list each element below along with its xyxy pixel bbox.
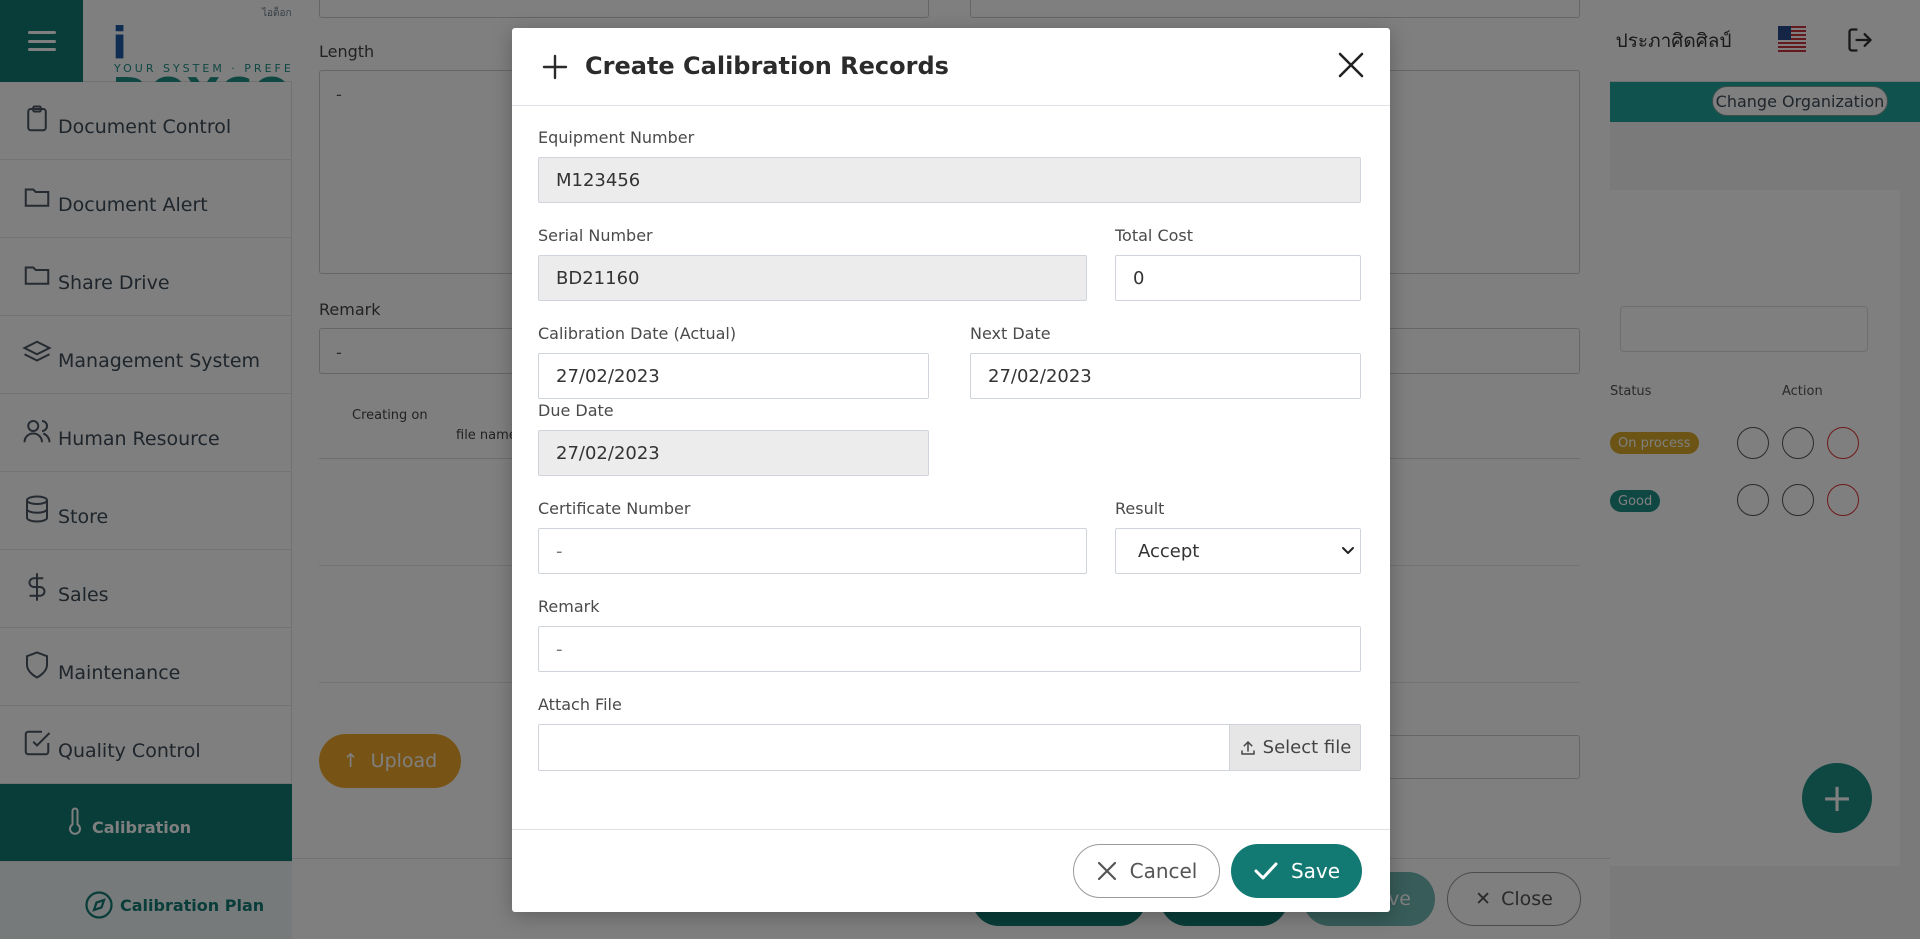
- due-date-label: Due Date: [538, 401, 614, 420]
- equipment-number-field[interactable]: [538, 157, 1361, 203]
- total-cost-label: Total Cost: [1115, 226, 1194, 245]
- result-select[interactable]: Accept: [1115, 528, 1361, 574]
- cancel-label: Cancel: [1129, 859, 1198, 883]
- select-file-label: Select file: [1262, 737, 1352, 758]
- due-date-field[interactable]: [538, 430, 929, 476]
- save-button[interactable]: Save: [1231, 844, 1362, 898]
- result-label: Result: [1115, 499, 1165, 518]
- certificate-number-label: Certificate Number: [538, 499, 691, 518]
- attach-file-field[interactable]: Select file: [538, 724, 1361, 771]
- save-label: Save: [1290, 859, 1341, 883]
- close-icon: [1097, 861, 1116, 881]
- cancel-button[interactable]: Cancel: [1073, 844, 1220, 898]
- equipment-number-label: Equipment Number: [538, 128, 695, 147]
- next-date-field[interactable]: [970, 353, 1361, 399]
- select-file-button[interactable]: Select file: [1229, 725, 1360, 770]
- attach-file-label: Attach File: [538, 695, 622, 714]
- serial-number-label: Serial Number: [538, 226, 653, 245]
- total-cost-field[interactable]: [1115, 255, 1361, 301]
- certificate-number-field[interactable]: [538, 528, 1087, 574]
- serial-number-field[interactable]: [538, 255, 1087, 301]
- check-icon: [1254, 862, 1278, 880]
- modal-header: Create Calibration Records: [512, 28, 1390, 106]
- modal-title: Create Calibration Records: [585, 52, 949, 80]
- remark-label: Remark: [538, 597, 600, 616]
- remark-field[interactable]: [538, 626, 1361, 672]
- close-button[interactable]: [1334, 48, 1368, 82]
- close-icon: [1338, 52, 1364, 78]
- plus-icon: [542, 54, 568, 80]
- calibration-date-field[interactable]: [538, 353, 929, 399]
- upload-icon: [1240, 740, 1255, 755]
- calibration-date-label: Calibration Date (Actual): [538, 324, 737, 343]
- create-calibration-modal: Create Calibration Records Equipment Num…: [512, 28, 1390, 912]
- next-date-label: Next Date: [970, 324, 1051, 343]
